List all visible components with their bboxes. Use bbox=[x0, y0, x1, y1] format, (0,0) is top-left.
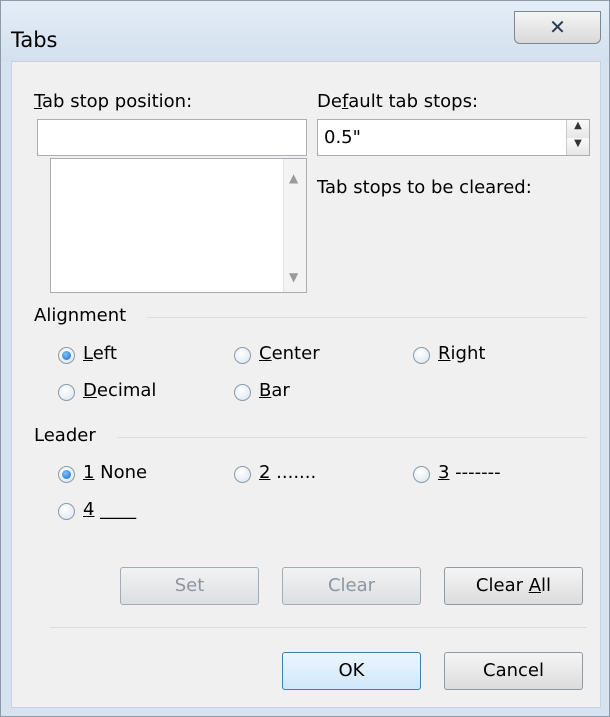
tab-stop-position-label: Tab stop position: bbox=[34, 91, 193, 112]
dialog-body: Tab stop position: ▲ ▼ Default tab stops… bbox=[11, 61, 601, 708]
alignment-center-label: Center bbox=[259, 343, 320, 364]
spin-down-arrow-icon[interactable]: ▼ bbox=[567, 137, 589, 155]
buttons-separator bbox=[50, 627, 587, 628]
tab-stops-to-be-cleared-label: Tab stops to be cleared: bbox=[317, 177, 532, 198]
alignment-decimal-radio[interactable] bbox=[58, 384, 75, 401]
leader-3-label: 3 ------- bbox=[438, 462, 501, 483]
default-tab-stops-value: 0.5" bbox=[324, 127, 361, 148]
leader-group-divider bbox=[117, 437, 587, 438]
clear-all-button[interactable]: Clear All bbox=[444, 567, 583, 605]
scroll-down-arrow-icon[interactable]: ▼ bbox=[289, 270, 298, 284]
default-tab-stops-label: Default tab stops: bbox=[317, 91, 479, 112]
alignment-group-divider bbox=[147, 317, 587, 318]
alignment-center-radio[interactable] bbox=[234, 347, 251, 364]
alignment-left-radio[interactable] bbox=[58, 347, 75, 364]
leader-1-radio[interactable] bbox=[58, 466, 75, 483]
spin-up-arrow-icon[interactable]: ▲ bbox=[567, 120, 589, 138]
alignment-right-label: Right bbox=[438, 343, 486, 364]
clear-button[interactable]: Clear bbox=[282, 567, 421, 605]
leader-4-radio[interactable] bbox=[58, 503, 75, 520]
leader-1-label: 1 None bbox=[83, 462, 148, 483]
close-button[interactable]: ✕ bbox=[514, 11, 601, 44]
tabs-dialog-window: Tabs ✕ Tab stop position: ▲ ▼ Default ta… bbox=[0, 0, 610, 717]
leader-group-label: Leader bbox=[34, 425, 96, 446]
leader-4-label: 4 ____ bbox=[83, 499, 137, 520]
scroll-up-arrow-icon[interactable]: ▲ bbox=[289, 171, 298, 185]
alignment-left-label: Left bbox=[83, 343, 117, 364]
alignment-group-label: Alignment bbox=[34, 305, 127, 326]
ok-button[interactable]: OK bbox=[282, 652, 421, 690]
alignment-bar-radio[interactable] bbox=[234, 384, 251, 401]
default-tab-stops-spinner[interactable]: 0.5" ▲ ▼ bbox=[317, 119, 590, 156]
close-icon: ✕ bbox=[549, 15, 566, 39]
tab-stop-list-scrollbar[interactable]: ▲ ▼ bbox=[283, 159, 306, 292]
alignment-bar-label: Bar bbox=[259, 380, 290, 401]
alignment-decimal-label: Decimal bbox=[83, 380, 157, 401]
leader-2-label: 2 ....... bbox=[259, 462, 317, 483]
default-tab-stops-spin-buttons: ▲ ▼ bbox=[566, 120, 589, 155]
dialog-title: Tabs bbox=[11, 28, 58, 52]
set-button[interactable]: Set bbox=[120, 567, 259, 605]
tab-stop-list[interactable]: ▲ ▼ bbox=[50, 158, 307, 293]
alignment-right-radio[interactable] bbox=[413, 347, 430, 364]
cancel-button[interactable]: Cancel bbox=[444, 652, 583, 690]
leader-2-radio[interactable] bbox=[234, 466, 251, 483]
tab-stop-position-input[interactable] bbox=[37, 119, 307, 156]
leader-3-radio[interactable] bbox=[413, 466, 430, 483]
title-bar: Tabs ✕ bbox=[1, 1, 609, 61]
